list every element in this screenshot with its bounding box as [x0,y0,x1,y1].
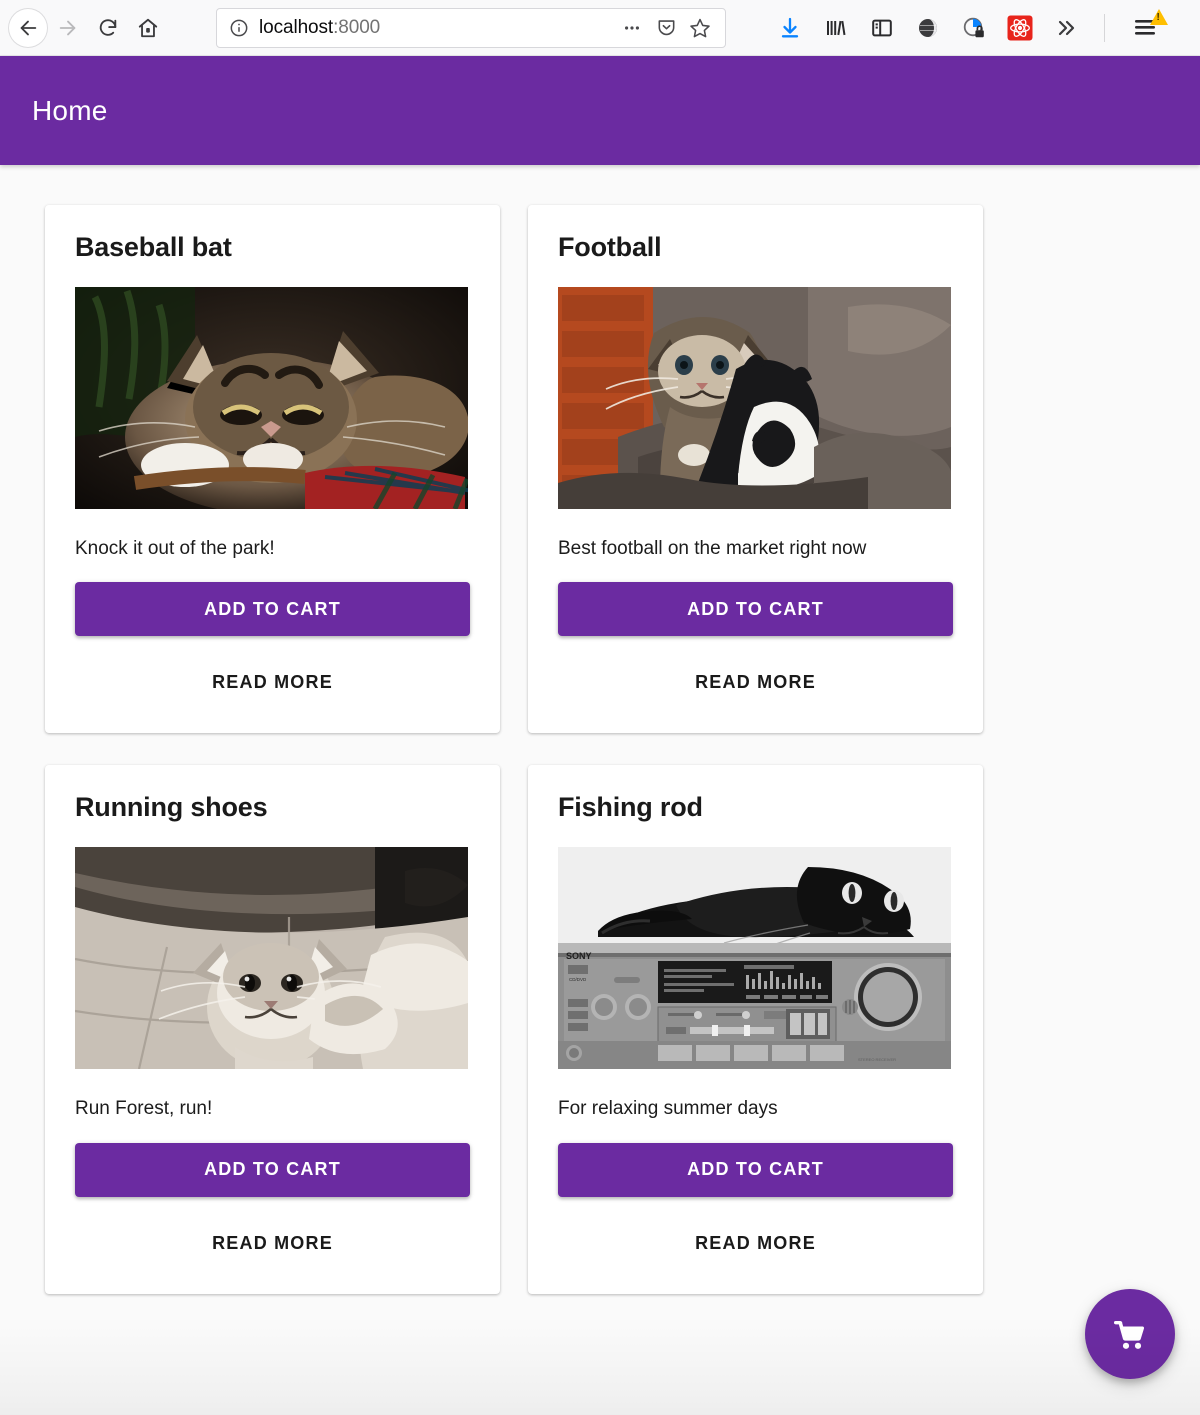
pocket-shield-icon [658,20,674,36]
info-circle-icon [230,19,248,36]
browser-extension-toolbar [776,8,1168,43]
product-description: Run Forest, run! [75,1098,213,1120]
product-description: For relaxing summer days [558,1098,778,1120]
kittens-rocks-photo [558,286,951,509]
extension-globe-button[interactable] [914,14,942,42]
product-card: Baseball bat Knock it out of the park! A… [45,205,500,734]
svg-text:CD/DVD: CD/DVD [569,977,587,982]
add-to-cart-button[interactable]: ADD TO CART [75,1142,470,1197]
downloads-button[interactable] [776,14,804,42]
save-to-pocket-button[interactable] [651,13,681,43]
reload-icon [99,18,117,36]
cat-floor-sepia-photo [75,847,468,1070]
shopping-cart-icon [1114,1321,1145,1349]
product-image [75,847,468,1070]
black-cat-stereo-photo: SONY CD/DVD STEREO RECEIVER [558,847,951,1070]
product-title: Fishing rod [558,792,703,823]
product-title: Baseball bat [75,232,232,262]
product-image [75,286,468,509]
cat-basket-photo [75,286,468,509]
library-button[interactable] [822,14,850,42]
library-icon [827,20,846,35]
back-arrow-icon [20,20,37,35]
page-content: Baseball bat Knock it out of the park! A… [0,165,1200,1415]
add-to-cart-button[interactable]: ADD TO CART [558,582,953,637]
app-bar: Home [0,56,1200,165]
forward-arrow-icon [59,20,76,35]
forward-button[interactable] [48,8,88,48]
back-button[interactable] [8,7,48,48]
sidebar-icon [872,19,892,36]
read-more-button[interactable]: READ MORE [685,1227,826,1260]
read-more-button[interactable]: READ MORE [202,1227,343,1260]
toolbar-divider [1104,13,1105,42]
home-button[interactable] [128,8,168,48]
container-lock-button[interactable] [960,14,988,42]
product-grid: Baseball bat Knock it out of the park! A… [0,205,1200,1294]
react-devtools-icon [1007,15,1033,40]
url-text[interactable]: localhost:8000 [259,17,613,39]
product-title: Football [558,232,662,262]
product-title: Running shoes [75,792,268,823]
react-devtools-button[interactable] [1006,14,1034,42]
browser-toolbar: localhost:8000 [0,0,1200,56]
add-to-cart-button[interactable]: ADD TO CART [558,1142,953,1197]
sidebar-button[interactable] [868,14,896,42]
app-menu-button[interactable] [1131,8,1168,43]
overflow-chevrons-icon [1058,20,1075,35]
product-description: Best football on the market right now [558,537,867,559]
svg-text:STEREO RECEIVER: STEREO RECEIVER [858,1057,896,1062]
overflow-menu-button[interactable] [1052,14,1080,42]
url-bar[interactable]: localhost:8000 [216,7,726,48]
site-identity-icon[interactable] [229,18,249,38]
star-outline-icon [690,18,710,37]
product-card: Fishing rod SONY CD/DVD STEREO RECEIVER … [528,765,983,1294]
product-image [558,286,951,509]
product-card: Football Best football on the market rig… [528,205,983,734]
ellipsis-icon [625,25,639,30]
globe-dark-icon [919,18,937,37]
page-actions-button[interactable] [617,13,647,43]
url-host: localhost [259,16,334,38]
url-port: :8000 [333,16,381,38]
page-bottom-shadow [0,1325,1200,1415]
page-title: Home [32,94,108,126]
cart-fab-button[interactable] [1085,1289,1175,1379]
product-image: SONY CD/DVD STEREO RECEIVER [558,847,951,1070]
product-description: Knock it out of the park! [75,537,275,559]
downloads-icon [781,17,799,37]
add-to-cart-button[interactable]: ADD TO CART [75,582,470,637]
read-more-button[interactable]: READ MORE [202,666,343,699]
home-icon [138,18,158,37]
reload-button[interactable] [88,8,128,48]
svg-text:SONY: SONY [566,951,592,961]
menu-warning-badge-icon [1150,8,1168,25]
bookmark-button[interactable] [685,13,715,43]
container-lock-icon [963,17,984,37]
read-more-button[interactable]: READ MORE [685,666,826,699]
product-card: Running shoes Run Forest, run! ADD TO CA… [45,765,500,1294]
